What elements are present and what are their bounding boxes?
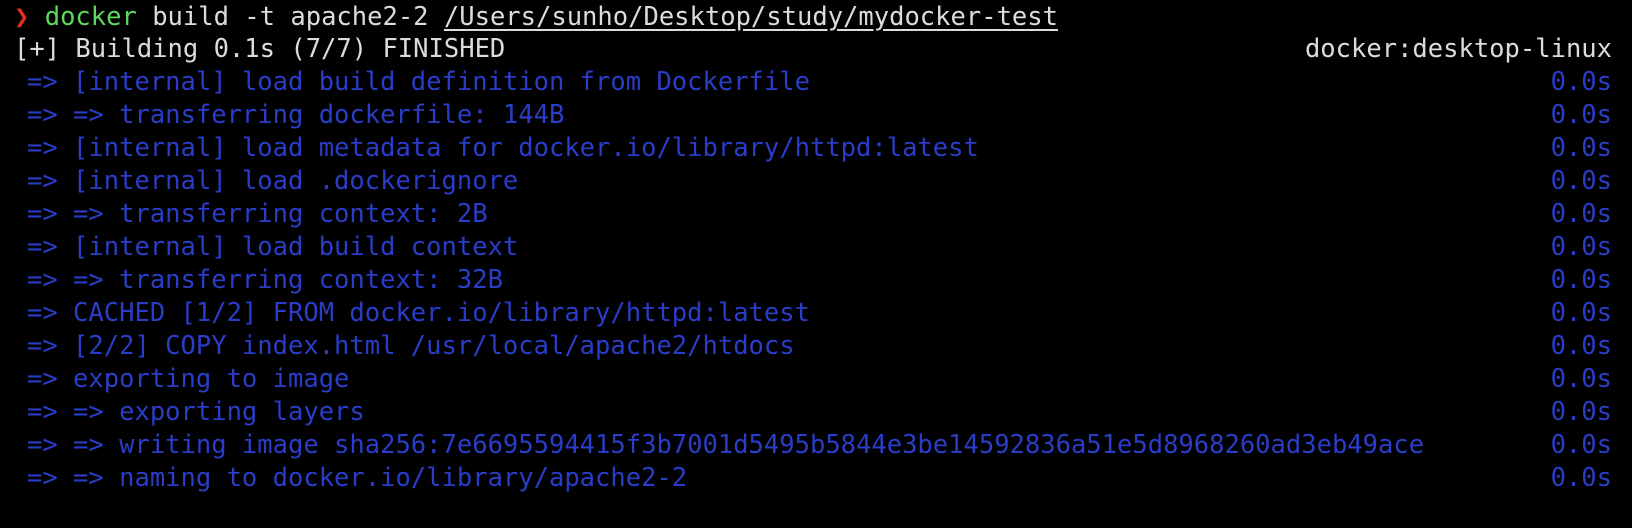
build-step-line: => => naming to docker.io/library/apache… [0, 461, 1632, 495]
prompt-arrow-icon: ❯ [14, 2, 30, 32]
build-status-text: [+] Building 0.1s (7/7) FINISHED [14, 34, 506, 64]
build-step-text: => => transferring dockerfile: 144B [27, 100, 565, 130]
build-step-line: => [2/2] COPY index.html /usr/local/apac… [0, 329, 1632, 363]
build-step-time: 0.0s [1550, 232, 1612, 262]
build-step-text: => => transferring context: 2B [27, 199, 488, 229]
build-step-line: => [internal] load build context 0.0s [0, 230, 1632, 264]
build-step-time: 0.0s [1550, 100, 1612, 130]
build-step-line: => [internal] load build definition from… [0, 65, 1632, 99]
build-step-time: 0.0s [1550, 133, 1612, 163]
build-step-text: => [internal] load .dockerignore [27, 166, 519, 196]
build-step-text: => => naming to docker.io/library/apache… [27, 463, 688, 493]
build-step-text: => => transferring context: 32B [27, 265, 503, 295]
build-step-line: => CACHED [1/2] FROM docker.io/library/h… [0, 296, 1632, 330]
build-step-time: 0.0s [1550, 364, 1612, 394]
build-step-line: => => writing image sha256:7e6695594415f… [0, 428, 1632, 462]
prompt-line: ❯ docker build -t apache2-2 /Users/sunho… [0, 0, 1632, 34]
prompt-content: ❯ docker build -t apache2-2 /Users/sunho… [14, 0, 1058, 34]
build-step-line: => => transferring context: 2B 0.0s [0, 197, 1632, 231]
build-step-time: 0.0s [1550, 67, 1612, 97]
build-step-text: => => exporting layers [27, 397, 365, 427]
build-step-text: => CACHED [1/2] FROM docker.io/library/h… [27, 298, 810, 328]
build-step-text: => exporting to image [27, 364, 350, 394]
build-step-text: => [internal] load build definition from… [27, 67, 810, 97]
build-context-label: docker:desktop-linux [1304, 34, 1612, 64]
build-step-line: => => exporting layers 0.0s [0, 395, 1632, 429]
build-step-text: => [2/2] COPY index.html /usr/local/apac… [27, 331, 795, 361]
build-step-time: 0.0s [1550, 430, 1612, 460]
build-step-line: => exporting to image 0.0s [0, 362, 1632, 396]
build-step-line: => [internal] load metadata for docker.i… [0, 131, 1632, 165]
terminal-window[interactable]: ❯ docker build -t apache2-2 /Users/sunho… [0, 0, 1632, 528]
command-name: docker [44, 2, 137, 32]
build-step-time: 0.0s [1550, 199, 1612, 229]
build-step-text: => [internal] load build context [27, 232, 519, 262]
build-step-time: 0.0s [1550, 331, 1612, 361]
build-step-line: => => transferring dockerfile: 144B 0.0s [0, 98, 1632, 132]
build-step-time: 0.0s [1550, 397, 1612, 427]
build-step-time: 0.0s [1550, 463, 1612, 493]
build-step-time: 0.0s [1550, 298, 1612, 328]
build-step-time: 0.0s [1550, 166, 1612, 196]
build-status-line: [+] Building 0.1s (7/7) FINISHED docker:… [0, 32, 1632, 66]
build-step-text: => => writing image sha256:7e6695594415f… [27, 430, 1425, 460]
build-step-text: => [internal] load metadata for docker.i… [27, 133, 979, 163]
command-path[interactable]: /Users/sunho/Desktop/study/mydocker-test [444, 2, 1058, 32]
build-step-time: 0.0s [1550, 265, 1612, 295]
command-args: build -t apache2-2 [136, 2, 444, 32]
build-step-line: => [internal] load .dockerignore 0.0s [0, 164, 1632, 198]
build-step-line: => => transferring context: 32B 0.0s [0, 263, 1632, 297]
